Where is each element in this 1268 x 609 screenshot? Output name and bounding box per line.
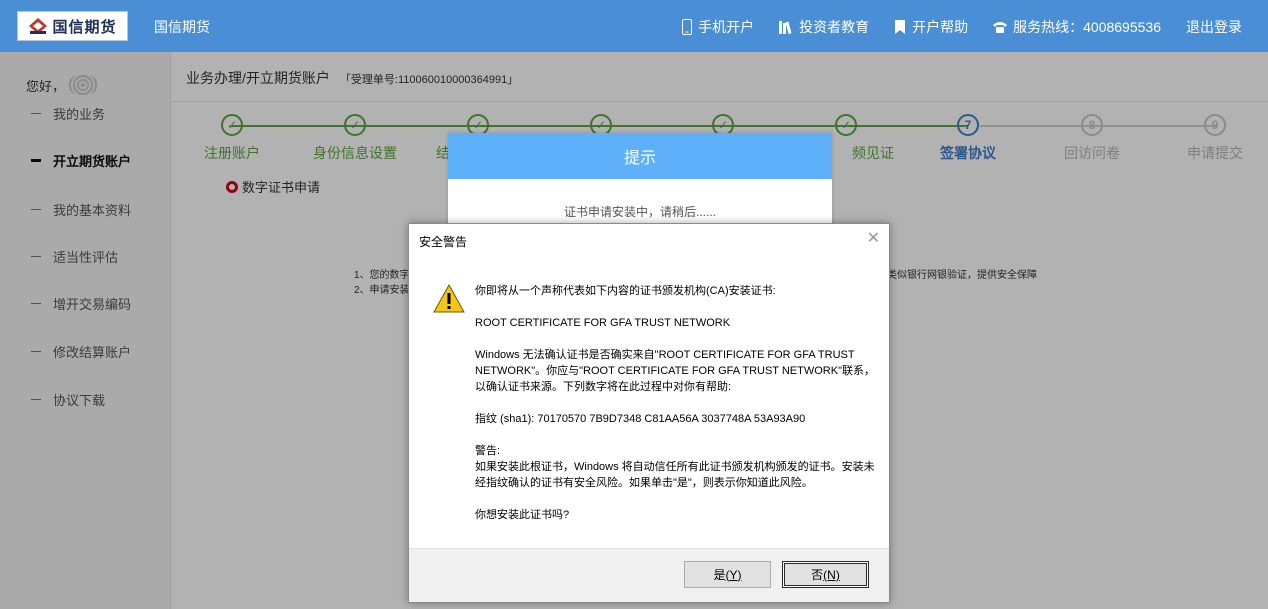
nav-mobile-open[interactable]: 手机开户 [682,17,754,37]
logo-text: 国信期货 [52,17,117,36]
top-header: 国信期货 国信期货 手机开户 投资者教育 开户帮助 服务热线：400869553… [0,0,1268,52]
tip-title: 提示 [448,133,832,179]
telephone-icon [993,21,1008,33]
certificate-name: ROOT CERTIFICATE FOR GFA TRUST NETWORK [475,317,731,329]
button-label: 是 [713,568,726,582]
close-icon[interactable]: ✕ [867,228,880,248]
yes-button[interactable]: 是 (Y) [684,561,771,588]
warning-heading: 警告: [475,445,501,457]
button-accelerator: (Y) [725,567,742,582]
tip-message: 证书申请安装中，请稍后...... [563,205,716,219]
warning-text: 如果安装此根证书，Windows 将自动信任所有此证书颁发机构颁发的证书。安装未… [475,461,875,489]
button-accelerator: (N) [823,567,840,582]
logo-mark-icon [28,17,48,35]
nav-label: 手机开户 [698,19,755,35]
phone-icon [682,19,693,35]
nav-hotline: 服务热线：4008695536 [993,17,1161,37]
nav-investor-education[interactable]: 投资者教育 [779,17,869,37]
body-paragraph: Windows 无法确认证书是否确实来自"ROOT CERTIFICATE FO… [475,349,875,393]
nav-label: 开户帮助 [912,19,969,35]
logout-link[interactable]: 退出登录 [1186,17,1242,37]
tip-dialog: 提示 证书申请安装中，请稍后...... [448,133,832,228]
books-icon [779,20,793,34]
dialog-title: 安全警告 [419,235,468,249]
nav-label: 服务热线：4008695536 [1013,19,1161,35]
nav-open-help[interactable]: 开户帮助 [894,17,968,37]
dialog-body: 你即将从一个声称代表如下内容的证书颁发机构(CA)安装证书: ROOT CERT… [475,283,875,539]
security-warning-dialog: 安全警告 ✕ 你即将从一个声称代表如下内容的证书颁发机构(CA)安装证书: RO… [408,223,890,603]
bookmark-icon [894,20,906,34]
button-label: 否 [811,568,824,582]
brand-name[interactable]: 国信期货 [154,17,210,37]
no-button[interactable]: 否 (N) [782,561,869,588]
thumbprint: 指纹 (sha1): 70170570 7B9D7348 C81AA56A 30… [475,413,806,425]
top-nav: 手机开户 投资者教育 开户帮助 服务热线：4008695536 退出登录 [657,17,1242,37]
body-paragraph: 你即将从一个声称代表如下内容的证书颁发机构(CA)安装证书: [475,285,776,297]
dialog-footer: 是 (Y) 否 (N) [409,548,889,602]
install-question: 你想安装此证书吗? [475,509,570,521]
warning-icon [433,283,465,316]
nav-label: 退出登录 [1186,19,1242,35]
nav-label: 投资者教育 [799,19,870,35]
logo[interactable]: 国信期货 [17,11,128,41]
